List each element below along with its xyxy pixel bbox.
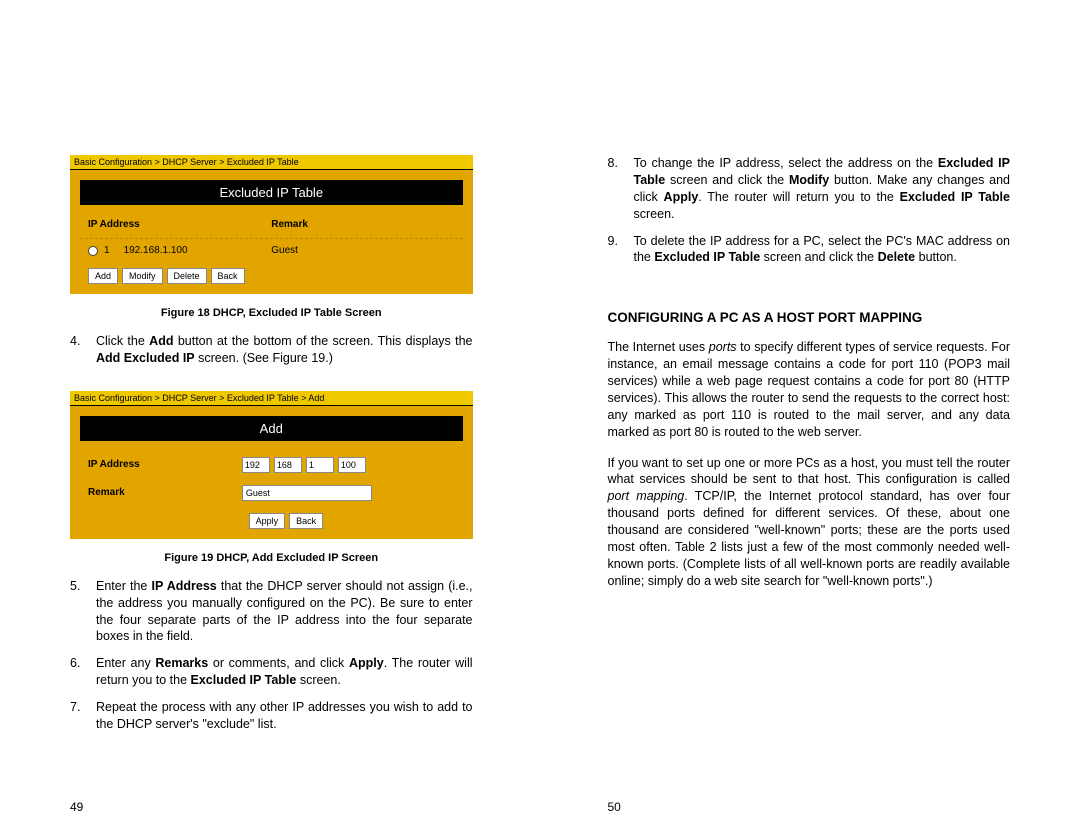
figure-19-screenshot: Basic Configuration > DHCP Server > Excl… xyxy=(70,391,473,539)
ip-octet-1[interactable] xyxy=(242,457,270,473)
table-row[interactable]: 1 192.168.1.100 Guest xyxy=(80,239,463,262)
ip-label: IP Address xyxy=(88,459,242,470)
remark-input[interactable] xyxy=(242,485,372,501)
panel-title: Excluded IP Table xyxy=(80,180,463,205)
figure-19-caption: Figure 19 DHCP, Add Excluded IP Screen xyxy=(70,552,473,564)
ip-octet-4[interactable] xyxy=(338,457,366,473)
panel-title: Add xyxy=(80,416,463,441)
apply-button[interactable]: Apply xyxy=(249,513,286,529)
modify-button[interactable]: Modify xyxy=(122,268,163,284)
paragraph-1: The Internet uses ports to specify diffe… xyxy=(608,339,1011,440)
step-5: 5. Enter the IP Address that the DHCP se… xyxy=(70,578,473,646)
step-9: 9. To delete the IP address for a PC, se… xyxy=(608,233,1011,267)
figure-18-screenshot: Basic Configuration > DHCP Server > Excl… xyxy=(70,155,473,294)
section-heading: CONFIGURING A PC AS A HOST PORT MAPPING xyxy=(608,310,1011,325)
col-header-ip: IP Address xyxy=(88,219,271,230)
paragraph-2: If you want to set up one or more PCs as… xyxy=(608,455,1011,590)
figure-18-caption: Figure 18 DHCP, Excluded IP Table Screen xyxy=(70,307,473,319)
form-row-remark: Remark xyxy=(80,479,463,507)
delete-button[interactable]: Delete xyxy=(167,268,207,284)
radio-icon[interactable] xyxy=(88,246,98,256)
col-header-remark: Remark xyxy=(271,219,454,230)
step-4: 4. Click the Add button at the bottom of… xyxy=(70,333,473,367)
ip-octet-2[interactable] xyxy=(274,457,302,473)
form-row-ip: IP Address xyxy=(80,451,463,479)
row-index: 1 xyxy=(104,245,110,256)
table-header-row: IP Address Remark xyxy=(80,215,463,239)
step-8: 8. To change the IP address, select the … xyxy=(608,155,1011,223)
ip-octet-3[interactable] xyxy=(306,457,334,473)
breadcrumb: Basic Configuration > DHCP Server > Excl… xyxy=(70,155,473,170)
add-button[interactable]: Add xyxy=(88,268,118,284)
breadcrumb: Basic Configuration > DHCP Server > Excl… xyxy=(70,391,473,406)
remark-label: Remark xyxy=(88,487,242,498)
page-number: 50 xyxy=(608,800,1011,814)
row-remark: Guest xyxy=(271,245,454,256)
page-number: 49 xyxy=(70,800,473,814)
back-button[interactable]: Back xyxy=(211,268,245,284)
step-6: 6. Enter any Remarks or comments, and cl… xyxy=(70,655,473,689)
row-ip: 192.168.1.100 xyxy=(124,245,188,256)
back-button[interactable]: Back xyxy=(289,513,323,529)
step-7: 7. Repeat the process with any other IP … xyxy=(70,699,473,733)
